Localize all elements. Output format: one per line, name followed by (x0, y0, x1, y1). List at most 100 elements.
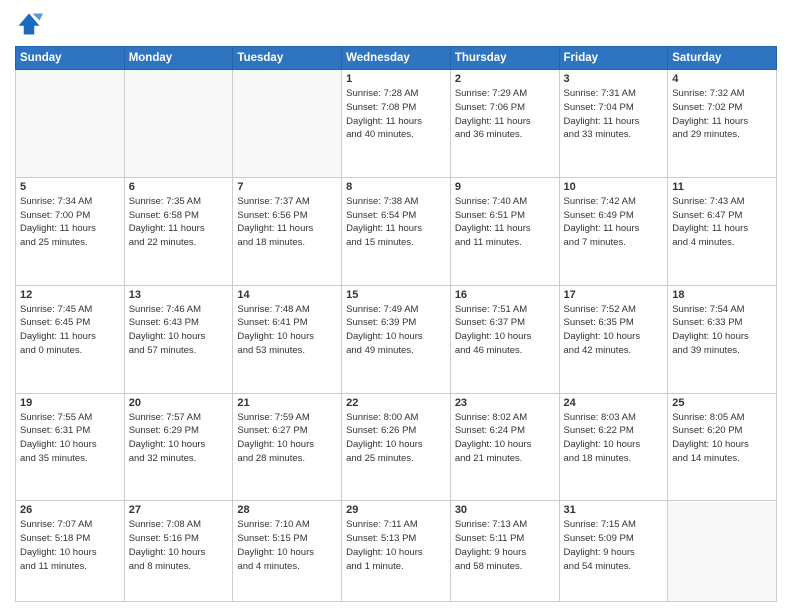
day-cell: 2 Sunrise: 7:29 AM Sunset: 7:06 PM Daylig… (450, 70, 559, 178)
day-number: 16 (455, 289, 555, 301)
weekday-header-sunday: Sunday (16, 47, 125, 70)
day-info: Sunrise: 7:13 AM Sunset: 5:11 PM Dayligh… (455, 518, 555, 573)
day-number: 15 (346, 289, 446, 301)
day-info: Sunrise: 7:28 AM Sunset: 7:08 PM Dayligh… (346, 87, 446, 142)
day-number: 21 (237, 397, 337, 409)
day-cell: 16 Sunrise: 7:51 AM Sunset: 6:37 PM Dayli… (450, 285, 559, 393)
day-cell (668, 501, 777, 602)
day-cell: 28Sunrise: 7:10 AM Sunset: 5:15 PM Dayli… (233, 501, 342, 602)
day-number: 14 (237, 289, 337, 301)
logo (15, 10, 47, 38)
day-info: Sunrise: 7:34 AM Sunset: 7:00 PM Dayligh… (20, 195, 120, 250)
day-number: 3 (564, 73, 664, 85)
weekday-header-wednesday: Wednesday (342, 47, 451, 70)
day-number: 28 (237, 504, 337, 516)
day-number: 23 (455, 397, 555, 409)
day-info: Sunrise: 7:42 AM Sunset: 6:49 PM Dayligh… (564, 195, 664, 250)
day-cell: 3 Sunrise: 7:31 AM Sunset: 7:04 PM Daylig… (559, 70, 668, 178)
day-cell: 4Sunrise: 7:32 AM Sunset: 7:02 PM Daylig… (668, 70, 777, 178)
day-cell: 31 Sunrise: 7:15 AM Sunset: 5:09 PM Dayli… (559, 501, 668, 602)
day-number: 20 (129, 397, 229, 409)
day-info: Sunrise: 7:11 AM Sunset: 5:13 PM Dayligh… (346, 518, 446, 573)
day-cell: 15 Sunrise: 7:49 AM Sunset: 6:39 PM Dayli… (342, 285, 451, 393)
day-cell: 29 Sunrise: 7:11 AM Sunset: 5:13 PM Dayli… (342, 501, 451, 602)
day-info: Sunrise: 8:05 AM Sunset: 6:20 PM Dayligh… (672, 411, 772, 466)
day-info: Sunrise: 7:57 AM Sunset: 6:29 PM Dayligh… (129, 411, 229, 466)
day-cell: 26 Sunrise: 7:07 AM Sunset: 5:18 PM Dayli… (16, 501, 125, 602)
day-info: Sunrise: 8:02 AM Sunset: 6:24 PM Dayligh… (455, 411, 555, 466)
day-number: 29 (346, 504, 446, 516)
week-row-4: 19 Sunrise: 7:55 AM Sunset: 6:31 PM Dayli… (16, 393, 777, 501)
day-cell: 22 Sunrise: 8:00 AM Sunset: 6:26 PM Dayli… (342, 393, 451, 501)
day-info: Sunrise: 7:45 AM Sunset: 6:45 PM Dayligh… (20, 303, 120, 358)
logo-icon (15, 10, 43, 38)
day-number: 10 (564, 181, 664, 193)
day-cell: 8Sunrise: 7:38 AM Sunset: 6:54 PM Daylig… (342, 177, 451, 285)
weekday-header-thursday: Thursday (450, 47, 559, 70)
day-number: 6 (129, 181, 229, 193)
day-cell: 12 Sunrise: 7:45 AM Sunset: 6:45 PM Dayli… (16, 285, 125, 393)
weekday-header-row: SundayMondayTuesdayWednesdayThursdayFrid… (16, 47, 777, 70)
day-number: 26 (20, 504, 120, 516)
day-cell: 5Sunrise: 7:34 AM Sunset: 7:00 PM Daylig… (16, 177, 125, 285)
day-info: Sunrise: 8:03 AM Sunset: 6:22 PM Dayligh… (564, 411, 664, 466)
day-cell: 27 Sunrise: 7:08 AM Sunset: 5:16 PM Dayli… (124, 501, 233, 602)
day-number: 31 (564, 504, 664, 516)
day-cell: 10 Sunrise: 7:42 AM Sunset: 6:49 PM Dayli… (559, 177, 668, 285)
day-number: 17 (564, 289, 664, 301)
day-info: Sunrise: 7:35 AM Sunset: 6:58 PM Dayligh… (129, 195, 229, 250)
day-cell: 6 Sunrise: 7:35 AM Sunset: 6:58 PM Daylig… (124, 177, 233, 285)
calendar-table: SundayMondayTuesdayWednesdayThursdayFrid… (15, 46, 777, 602)
week-row-5: 26 Sunrise: 7:07 AM Sunset: 5:18 PM Dayli… (16, 501, 777, 602)
day-info: Sunrise: 7:55 AM Sunset: 6:31 PM Dayligh… (20, 411, 120, 466)
day-info: Sunrise: 7:15 AM Sunset: 5:09 PM Dayligh… (564, 518, 664, 573)
weekday-header-tuesday: Tuesday (233, 47, 342, 70)
day-info: Sunrise: 7:54 AM Sunset: 6:33 PM Dayligh… (672, 303, 772, 358)
day-number: 25 (672, 397, 772, 409)
day-cell: 25 Sunrise: 8:05 AM Sunset: 6:20 PM Dayli… (668, 393, 777, 501)
day-number: 13 (129, 289, 229, 301)
day-info: Sunrise: 7:46 AM Sunset: 6:43 PM Dayligh… (129, 303, 229, 358)
day-cell: 18Sunrise: 7:54 AM Sunset: 6:33 PM Dayli… (668, 285, 777, 393)
day-info: Sunrise: 7:40 AM Sunset: 6:51 PM Dayligh… (455, 195, 555, 250)
day-number: 24 (564, 397, 664, 409)
day-cell: 9Sunrise: 7:40 AM Sunset: 6:51 PM Daylig… (450, 177, 559, 285)
day-number: 22 (346, 397, 446, 409)
day-cell: 30 Sunrise: 7:13 AM Sunset: 5:11 PM Dayli… (450, 501, 559, 602)
day-number: 19 (20, 397, 120, 409)
week-row-2: 5Sunrise: 7:34 AM Sunset: 7:00 PM Daylig… (16, 177, 777, 285)
day-info: Sunrise: 7:29 AM Sunset: 7:06 PM Dayligh… (455, 87, 555, 142)
page: SundayMondayTuesdayWednesdayThursdayFrid… (0, 0, 792, 612)
weekday-header-saturday: Saturday (668, 47, 777, 70)
day-cell: 24 Sunrise: 8:03 AM Sunset: 6:22 PM Dayli… (559, 393, 668, 501)
day-number: 8 (346, 181, 446, 193)
day-info: Sunrise: 7:31 AM Sunset: 7:04 PM Dayligh… (564, 87, 664, 142)
day-cell: 7 Sunrise: 7:37 AM Sunset: 6:56 PM Daylig… (233, 177, 342, 285)
day-number: 30 (455, 504, 555, 516)
day-cell: 1 Sunrise: 7:28 AM Sunset: 7:08 PM Daylig… (342, 70, 451, 178)
day-number: 11 (672, 181, 772, 193)
day-info: Sunrise: 7:08 AM Sunset: 5:16 PM Dayligh… (129, 518, 229, 573)
header (15, 10, 777, 38)
day-info: Sunrise: 7:49 AM Sunset: 6:39 PM Dayligh… (346, 303, 446, 358)
day-number: 12 (20, 289, 120, 301)
week-row-3: 12 Sunrise: 7:45 AM Sunset: 6:45 PM Dayli… (16, 285, 777, 393)
day-number: 7 (237, 181, 337, 193)
day-cell: 21Sunrise: 7:59 AM Sunset: 6:27 PM Dayli… (233, 393, 342, 501)
day-number: 2 (455, 73, 555, 85)
day-cell: 17Sunrise: 7:52 AM Sunset: 6:35 PM Dayli… (559, 285, 668, 393)
day-info: Sunrise: 7:07 AM Sunset: 5:18 PM Dayligh… (20, 518, 120, 573)
day-info: Sunrise: 7:48 AM Sunset: 6:41 PM Dayligh… (237, 303, 337, 358)
week-row-1: 1 Sunrise: 7:28 AM Sunset: 7:08 PM Daylig… (16, 70, 777, 178)
day-info: Sunrise: 8:00 AM Sunset: 6:26 PM Dayligh… (346, 411, 446, 466)
day-info: Sunrise: 7:51 AM Sunset: 6:37 PM Dayligh… (455, 303, 555, 358)
day-cell: 20 Sunrise: 7:57 AM Sunset: 6:29 PM Dayli… (124, 393, 233, 501)
day-cell (124, 70, 233, 178)
day-info: Sunrise: 7:37 AM Sunset: 6:56 PM Dayligh… (237, 195, 337, 250)
day-number: 27 (129, 504, 229, 516)
weekday-header-friday: Friday (559, 47, 668, 70)
weekday-header-monday: Monday (124, 47, 233, 70)
day-cell: 19 Sunrise: 7:55 AM Sunset: 6:31 PM Dayli… (16, 393, 125, 501)
day-number: 1 (346, 73, 446, 85)
day-cell: 11Sunrise: 7:43 AM Sunset: 6:47 PM Dayli… (668, 177, 777, 285)
